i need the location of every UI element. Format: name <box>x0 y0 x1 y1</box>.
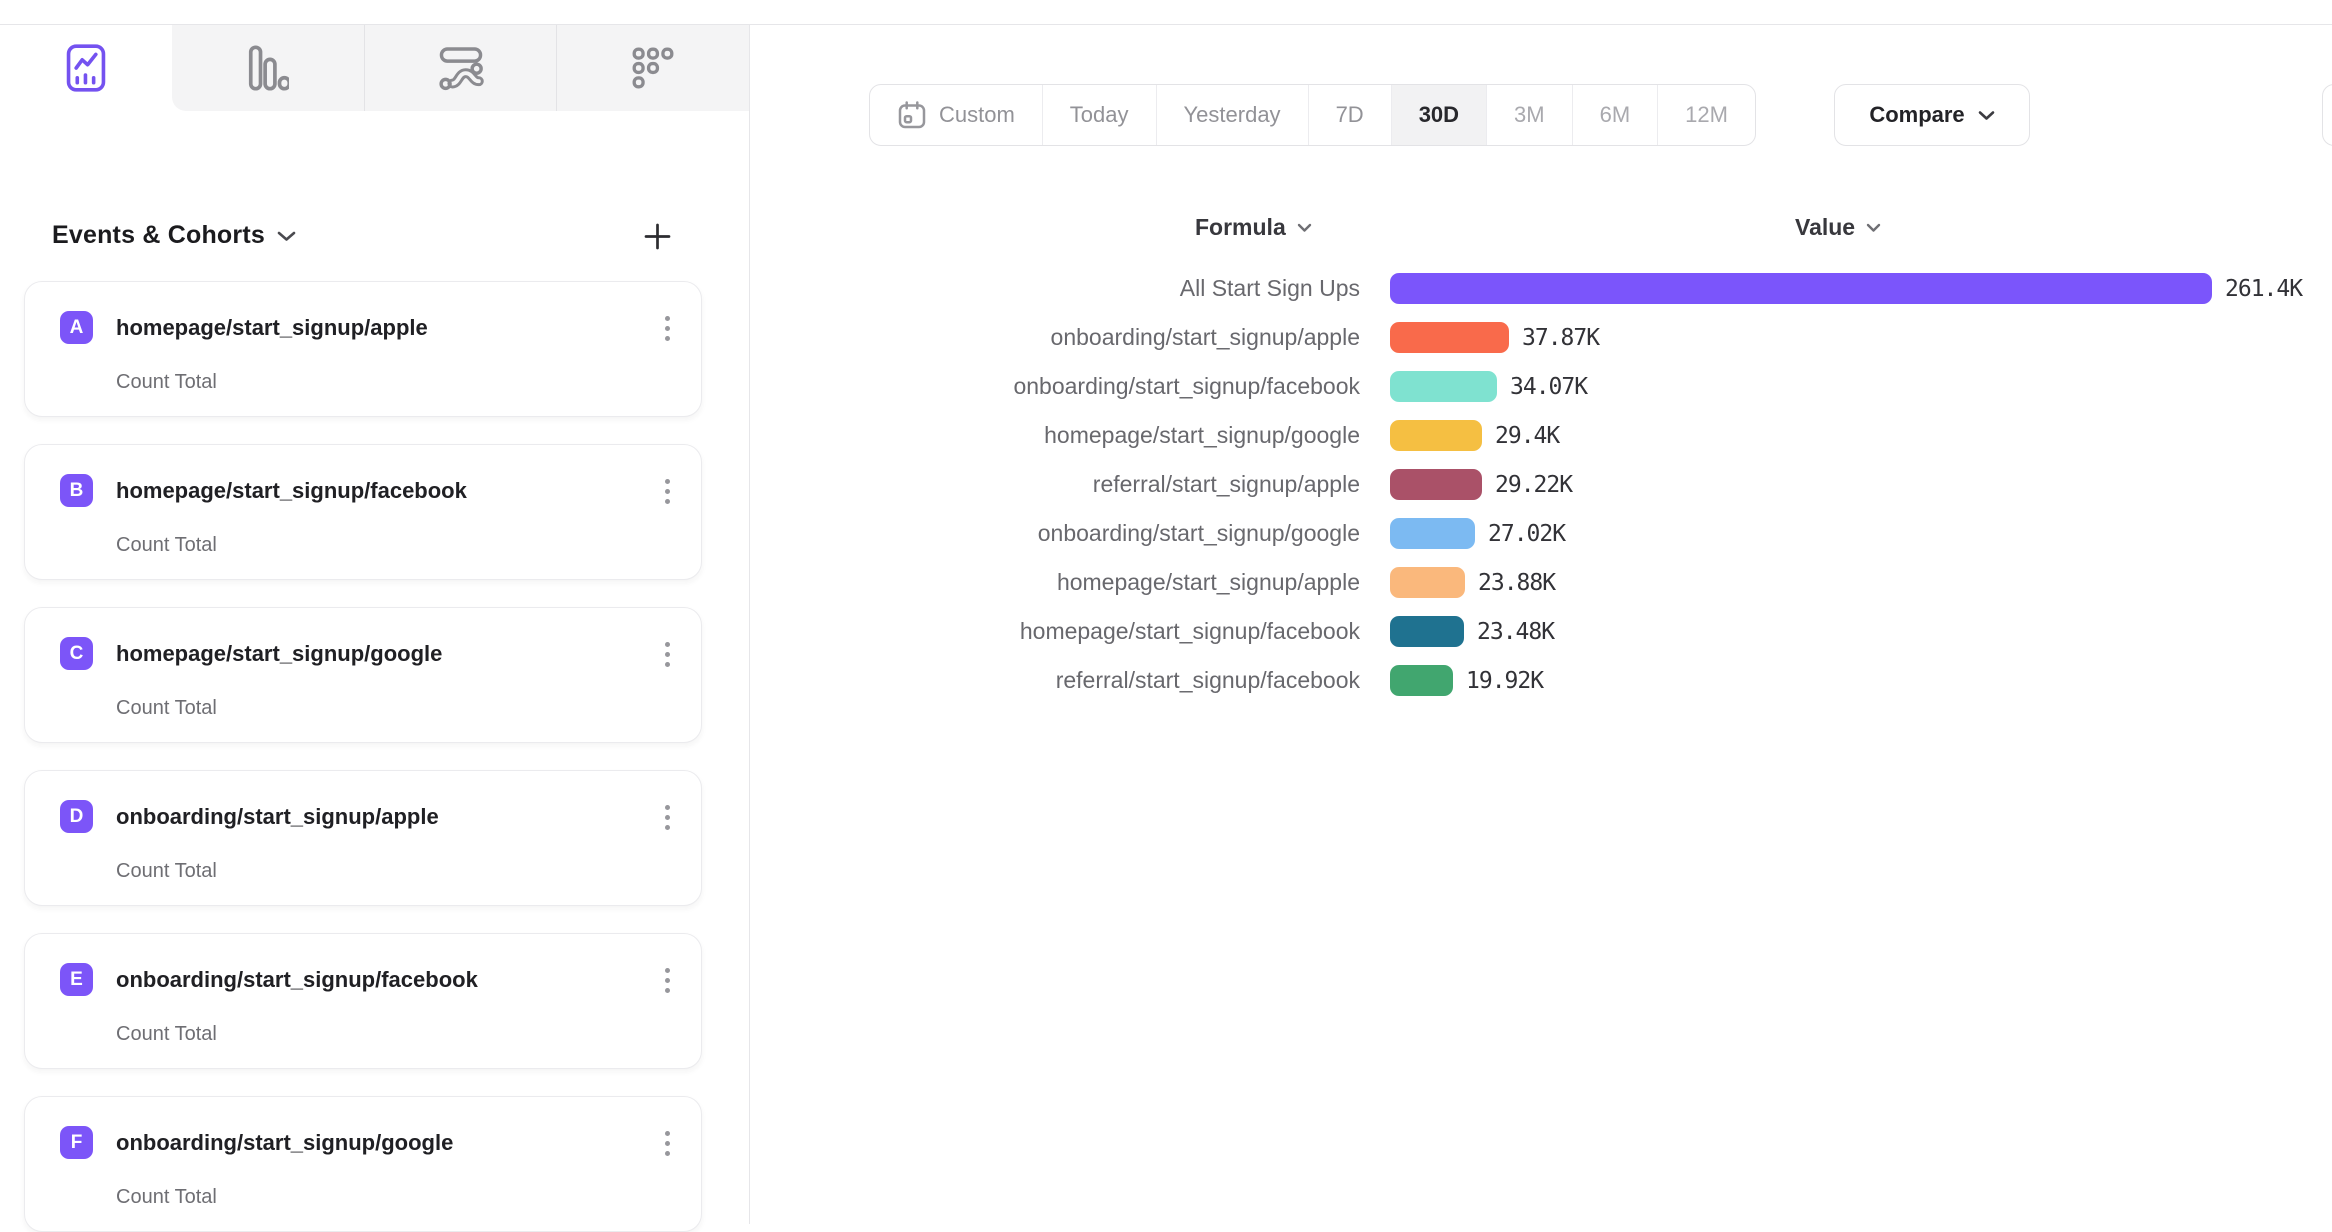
chart-row-label: onboarding/start_signup/facebook <box>870 373 1360 400</box>
range-label: 12M <box>1685 102 1728 128</box>
event-card[interactable]: E onboarding/start_signup/facebook Count… <box>24 933 702 1069</box>
kebab-menu-icon[interactable] <box>647 1123 687 1163</box>
formula-header-label: Formula <box>1195 214 1286 241</box>
tab-retention[interactable] <box>556 25 749 111</box>
chart-bar[interactable] <box>1390 616 1464 647</box>
calendar-icon <box>897 100 927 131</box>
date-range-control: Custom Today Yesterday <box>869 84 1756 146</box>
tab-insights[interactable] <box>0 25 172 111</box>
chart-row: onboarding/start_signup/apple 37.87K <box>0 313 2332 362</box>
chevron-down-icon <box>277 230 296 242</box>
chart-row-label: homepage/start_signup/apple <box>870 569 1360 596</box>
report-type-tabs <box>0 25 749 111</box>
event-metric: Count Total <box>116 1186 217 1209</box>
range-label: 6M <box>1600 102 1631 128</box>
tab-group <box>172 25 749 111</box>
chart-row: All Start Sign Ups 261.4K <box>0 264 2332 313</box>
bar-chart-icon <box>247 45 289 91</box>
chart-bar-value: 27.02K <box>1488 521 1565 547</box>
chart-row: referral/start_signup/apple 29.22K <box>0 460 2332 509</box>
compare-label: Compare <box>1869 102 1964 128</box>
range-yesterday[interactable]: Yesterday <box>1156 85 1308 145</box>
event-title: onboarding/start_signup/apple <box>116 804 439 830</box>
chart-bar-value: 19.92K <box>1466 668 1543 694</box>
range-label: 7D <box>1336 102 1364 128</box>
add-event-button[interactable] <box>634 213 680 259</box>
retention-dots-icon <box>632 47 674 89</box>
chevron-down-icon <box>1978 110 1995 121</box>
clipped-edge-button[interactable] <box>2322 84 2332 146</box>
range-6m[interactable]: 6M <box>1572 85 1658 145</box>
chart-row: homepage/start_signup/google 29.4K <box>0 411 2332 460</box>
chart-row-label: referral/start_signup/facebook <box>870 667 1360 694</box>
chart-row: onboarding/start_signup/facebook 34.07K <box>0 362 2332 411</box>
flows-icon <box>438 45 484 91</box>
range-custom[interactable]: Custom <box>870 85 1042 145</box>
events-cohorts-title: Events & Cohorts <box>52 221 265 250</box>
event-title: onboarding/start_signup/google <box>116 1130 453 1156</box>
chart-row: onboarding/start_signup/google 27.02K <box>0 509 2332 558</box>
chart-bar-value: 37.87K <box>1522 325 1599 351</box>
event-card[interactable]: D onboarding/start_signup/apple Count To… <box>24 770 702 906</box>
formula-column-header[interactable]: Formula <box>1195 214 1312 241</box>
chart-bar-value: 23.48K <box>1477 619 1554 645</box>
kebab-menu-icon[interactable] <box>647 960 687 1000</box>
chart-bar-value: 34.07K <box>1510 374 1587 400</box>
chart-bar[interactable] <box>1390 665 1453 696</box>
line-chart-card-icon <box>64 44 108 92</box>
chart-row-label: All Start Sign Ups <box>870 275 1360 302</box>
chart-bar[interactable] <box>1390 322 1509 353</box>
chart-bar[interactable] <box>1390 420 1482 451</box>
chart-row: homepage/start_signup/apple 23.88K <box>0 558 2332 607</box>
chart-bar[interactable] <box>1390 371 1497 402</box>
range-label: Custom <box>939 102 1015 128</box>
chart-row-label: referral/start_signup/apple <box>870 471 1360 498</box>
horizontal-bar-chart: All Start Sign Ups 261.4K onboarding/sta… <box>0 264 2332 705</box>
chart-bar[interactable] <box>1390 273 2212 304</box>
range-label: 3M <box>1514 102 1545 128</box>
chart-row-label: onboarding/start_signup/apple <box>870 324 1360 351</box>
event-title: onboarding/start_signup/facebook <box>116 967 478 993</box>
tab-bar-report[interactable] <box>172 25 364 111</box>
range-today[interactable]: Today <box>1042 85 1156 145</box>
range-label: 30D <box>1419 102 1459 128</box>
tab-flows[interactable] <box>364 25 557 111</box>
chart-row-label: homepage/start_signup/google <box>870 422 1360 449</box>
range-7d[interactable]: 7D <box>1308 85 1391 145</box>
chart-row: referral/start_signup/facebook 19.92K <box>0 656 2332 705</box>
top-divider <box>0 0 2332 25</box>
value-header-label: Value <box>1795 214 1855 241</box>
event-letter-badge: F <box>60 1126 93 1159</box>
chart-bar[interactable] <box>1390 567 1465 598</box>
chart-bar-value: 261.4K <box>2225 276 2302 302</box>
chart-row-label: onboarding/start_signup/google <box>870 520 1360 547</box>
event-metric: Count Total <box>116 860 217 883</box>
chart-bar-value: 23.88K <box>1478 570 1555 596</box>
chart-bar-value: 29.4K <box>1495 423 1559 449</box>
chevron-down-icon <box>1297 223 1312 233</box>
event-metric: Count Total <box>116 1023 217 1046</box>
chart-bar-value: 29.22K <box>1495 472 1572 498</box>
range-30d[interactable]: 30D <box>1391 85 1486 145</box>
range-3m[interactable]: 3M <box>1486 85 1572 145</box>
value-column-header[interactable]: Value <box>1795 214 1881 241</box>
chart-bar[interactable] <box>1390 518 1475 549</box>
range-12m[interactable]: 12M <box>1657 85 1755 145</box>
chevron-down-icon <box>1866 223 1881 233</box>
chart-row-label: homepage/start_signup/facebook <box>870 618 1360 645</box>
kebab-menu-icon[interactable] <box>647 797 687 837</box>
range-label: Today <box>1070 102 1129 128</box>
chart-row: homepage/start_signup/facebook 23.48K <box>0 607 2332 656</box>
event-letter-badge: E <box>60 963 93 996</box>
range-label: Yesterday <box>1184 102 1281 128</box>
chart-bar[interactable] <box>1390 469 1482 500</box>
compare-button[interactable]: Compare <box>1834 84 2030 146</box>
event-letter-badge: D <box>60 800 93 833</box>
events-cohorts-dropdown[interactable]: Events & Cohorts <box>52 221 296 250</box>
plus-icon <box>642 221 673 252</box>
event-card[interactable]: F onboarding/start_signup/google Count T… <box>24 1096 702 1232</box>
